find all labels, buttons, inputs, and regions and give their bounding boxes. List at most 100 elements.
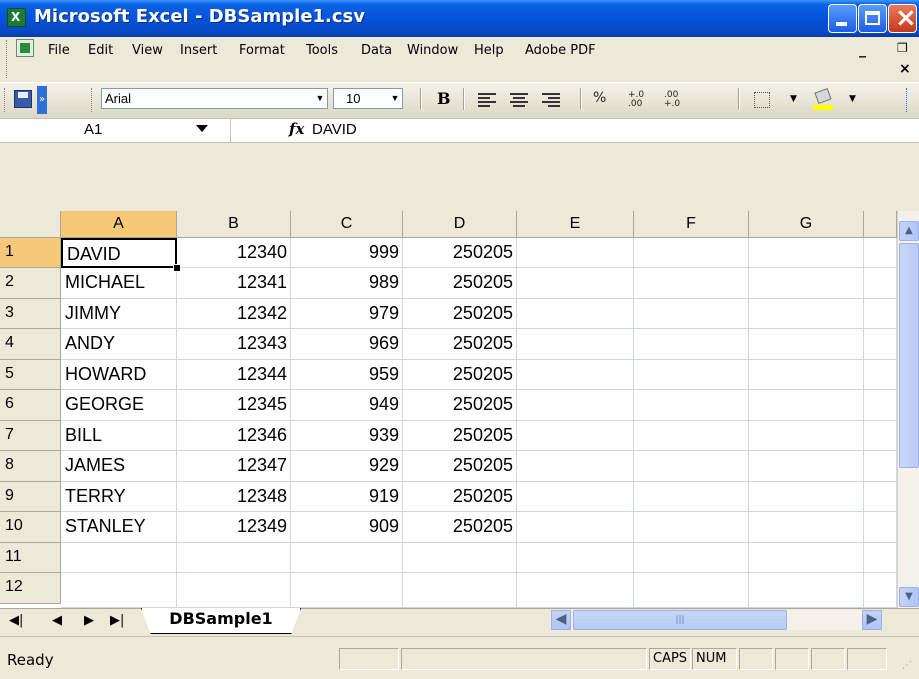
cell-d1[interactable]: 250205 xyxy=(403,238,517,268)
name-box-dropdown-icon[interactable] xyxy=(196,125,208,132)
cell-d6[interactable]: 250205 xyxy=(403,390,517,421)
cell-a6[interactable]: GEORGE xyxy=(61,390,177,421)
save-icon[interactable] xyxy=(14,90,32,108)
excel-icon[interactable]: X xyxy=(7,8,26,27)
cell-d10[interactable]: 250205 xyxy=(403,512,517,543)
cell-c11[interactable] xyxy=(291,543,403,573)
cell-b8[interactable]: 12347 xyxy=(177,451,291,482)
row-header-12[interactable]: 12 xyxy=(0,573,61,604)
doc-restore-icon[interactable]: ❐ xyxy=(897,41,908,55)
scroll-left-icon[interactable]: ◀ xyxy=(551,610,571,630)
cell-g5[interactable] xyxy=(749,360,864,390)
toolbar-grip-icon[interactable] xyxy=(4,88,8,112)
cell-g7[interactable] xyxy=(749,421,864,451)
resize-grip-icon[interactable]: ⋰ xyxy=(902,660,912,671)
menu-format[interactable]: Format xyxy=(239,43,285,58)
cell-d9[interactable]: 250205 xyxy=(403,482,517,512)
column-header-g[interactable]: G xyxy=(749,211,864,238)
cell-f7[interactable] xyxy=(634,421,749,451)
cell-e8[interactable] xyxy=(517,451,634,482)
increase-decimal-button[interactable]: +.0 .00 xyxy=(628,91,656,109)
cell-b9[interactable]: 12348 xyxy=(177,482,291,512)
toolbar-end-chevron-icon[interactable] xyxy=(906,88,910,112)
cell-c5[interactable]: 959 xyxy=(291,360,403,390)
cell-g8[interactable] xyxy=(749,451,864,482)
bold-button[interactable]: B xyxy=(437,89,451,108)
chevron-down-icon[interactable]: ▼ xyxy=(313,89,327,108)
cell-c10[interactable]: 909 xyxy=(291,512,403,543)
menu-file[interactable]: File xyxy=(48,43,70,58)
row-header-6[interactable]: 6 xyxy=(0,390,61,421)
cell-g1[interactable] xyxy=(749,238,864,268)
row-header-1[interactable]: 1 xyxy=(0,238,61,268)
cell-f12[interactable] xyxy=(634,573,749,608)
column-header-a[interactable]: A xyxy=(61,211,177,238)
chevron-down-icon[interactable]: ▼ xyxy=(388,89,402,108)
cell-h5[interactable] xyxy=(864,360,897,390)
cell-c3[interactable]: 979 xyxy=(291,299,403,329)
cell-a12[interactable] xyxy=(61,573,177,608)
cell-h6[interactable] xyxy=(864,390,897,421)
menu-edit[interactable]: Edit xyxy=(88,43,113,58)
align-right-icon[interactable] xyxy=(542,93,560,107)
cell-h9[interactable] xyxy=(864,482,897,512)
cell-g6[interactable] xyxy=(749,390,864,421)
cell-e9[interactable] xyxy=(517,482,634,512)
cell-e1[interactable] xyxy=(517,238,634,268)
formula-input[interactable]: DAVID xyxy=(312,121,357,138)
sheet-tab-dbsample1[interactable]: DBSample1 xyxy=(141,608,301,634)
cell-d5[interactable]: 250205 xyxy=(403,360,517,390)
cell-f2[interactable] xyxy=(634,268,749,299)
cell-a7[interactable]: BILL xyxy=(61,421,177,451)
column-header-f[interactable]: F xyxy=(634,211,749,238)
cell-d8[interactable]: 250205 xyxy=(403,451,517,482)
cell-g3[interactable] xyxy=(749,299,864,329)
cell-f4[interactable] xyxy=(634,329,749,360)
chevron-down-icon[interactable]: ▼ xyxy=(849,94,856,104)
vertical-scroll-thumb[interactable] xyxy=(899,243,919,468)
decrease-decimal-button[interactable]: .00 +.0 xyxy=(664,91,692,109)
cell-f11[interactable] xyxy=(634,543,749,573)
cell-e6[interactable] xyxy=(517,390,634,421)
doc-minimize-icon[interactable]: _ xyxy=(859,42,866,58)
row-header-3[interactable]: 3 xyxy=(0,299,61,329)
menu-insert[interactable]: Insert xyxy=(180,43,217,58)
cell-e4[interactable] xyxy=(517,329,634,360)
fill-handle[interactable] xyxy=(173,264,181,272)
cell-h12[interactable] xyxy=(864,573,897,608)
chevron-down-icon[interactable]: ▼ xyxy=(790,94,797,104)
font-size-select[interactable]: 10 ▼ xyxy=(333,88,403,109)
row-header-4[interactable]: 4 xyxy=(0,329,61,360)
cell-g9[interactable] xyxy=(749,482,864,512)
menu-window[interactable]: Window xyxy=(407,43,458,58)
cell-c9[interactable]: 919 xyxy=(291,482,403,512)
cell-b11[interactable] xyxy=(177,543,291,573)
font-name-select[interactable]: Arial ▼ xyxy=(101,88,328,109)
percent-style-button[interactable]: % xyxy=(593,90,606,106)
cell-g11[interactable] xyxy=(749,543,864,573)
cell-h3[interactable] xyxy=(864,299,897,329)
cell-c7[interactable]: 939 xyxy=(291,421,403,451)
cell-e10[interactable] xyxy=(517,512,634,543)
insert-function-icon[interactable]: fx xyxy=(289,120,304,138)
cell-h2[interactable] xyxy=(864,268,897,299)
select-all-corner[interactable] xyxy=(0,211,61,238)
toolbar-grip-icon-2[interactable] xyxy=(91,88,95,112)
scroll-right-icon[interactable]: ▶ xyxy=(862,610,882,630)
align-center-icon[interactable] xyxy=(510,93,528,107)
cell-d11[interactable] xyxy=(403,543,517,573)
workbook-icon[interactable] xyxy=(16,39,34,57)
row-header-9[interactable]: 9 xyxy=(0,482,61,512)
column-header-partial[interactable] xyxy=(864,211,897,238)
cell-c12[interactable] xyxy=(291,573,403,608)
cell-g12[interactable] xyxy=(749,573,864,608)
scroll-up-icon[interactable]: ▲ xyxy=(899,221,919,241)
row-header-5[interactable]: 5 xyxy=(0,360,61,390)
doc-close-icon[interactable]: × xyxy=(899,61,911,77)
cell-e11[interactable] xyxy=(517,543,634,573)
last-sheet-icon[interactable]: ▶| xyxy=(110,613,124,628)
cell-h10[interactable] xyxy=(864,512,897,543)
next-sheet-icon[interactable]: ▶ xyxy=(84,613,94,628)
cell-a1[interactable]: DAVID xyxy=(61,238,177,268)
borders-icon[interactable] xyxy=(754,92,770,108)
